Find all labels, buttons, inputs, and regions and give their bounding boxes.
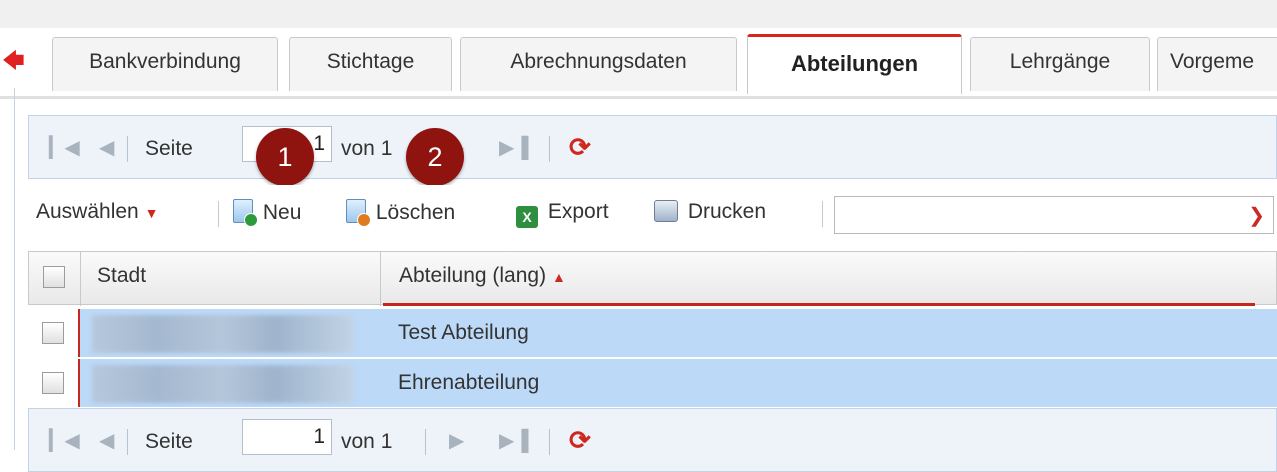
separator — [425, 429, 426, 455]
tab-lehrgaenge[interactable]: Lehrgänge — [970, 37, 1150, 91]
filter-combobox[interactable]: ❯ — [834, 196, 1274, 234]
paging-toolbar-bottom: ▎◀ ◀ Seite von 1 ▶ ▶▐ ⟳ — [28, 408, 1277, 472]
previous-page-icon[interactable]: ◀ — [99, 431, 114, 451]
callout-badge-2: 2 — [406, 128, 464, 186]
tab-abteilungen[interactable]: Abteilungen — [747, 34, 962, 94]
last-page-icon[interactable]: ▶▐ — [499, 431, 529, 451]
departments-grid: Stadt Abteilung (lang) ▲ Test Abteilung … — [28, 251, 1277, 411]
tab-scroll-left-arrow-icon[interactable]: 🡄 — [2, 50, 25, 72]
callout-badge-1: 1 — [256, 128, 314, 186]
column-header-abteilung-label: Abteilung (lang) — [399, 264, 547, 287]
paging-toolbar-top: ▎◀ ◀ Seite von 1 ▶ ▶▐ ⟳ — [28, 115, 1277, 179]
tab-bankverbindung[interactable]: Bankverbindung — [52, 37, 278, 91]
stadt-cell-redacted — [92, 315, 354, 353]
action-toolbar: Auswählen ▼ Neu Löschen X Export Drucken… — [28, 185, 1277, 241]
top-strip — [0, 0, 1277, 29]
select-all-checkbox[interactable] — [43, 266, 65, 288]
export-button-label: Export — [547, 200, 609, 223]
new-document-icon — [233, 199, 258, 227]
delete-document-icon — [346, 199, 371, 227]
separator — [549, 429, 550, 455]
table-row[interactable]: Test Abteilung — [28, 309, 1277, 357]
row-checkbox[interactable] — [42, 322, 64, 344]
separator — [218, 201, 219, 227]
select-menu-button[interactable]: Auswählen ▼ — [36, 199, 158, 226]
page-count-label: von 1 — [341, 137, 393, 160]
last-page-icon[interactable]: ▶▐ — [499, 138, 529, 158]
row-checkbox[interactable] — [42, 372, 64, 394]
row-data: Test Abteilung — [80, 309, 1277, 357]
refresh-icon[interactable]: ⟳ — [569, 427, 591, 453]
first-page-icon[interactable]: ▎◀ — [49, 431, 80, 451]
first-page-icon[interactable]: ▎◀ — [49, 138, 80, 158]
column-header-stadt[interactable]: Stadt — [81, 252, 381, 306]
row-select-cell — [28, 309, 80, 357]
new-button-label: Neu — [262, 201, 302, 224]
row-select-cell — [28, 359, 80, 407]
delete-button-label: Löschen — [375, 201, 456, 224]
print-button-label: Drucken — [687, 200, 767, 223]
previous-page-icon[interactable]: ◀ — [99, 138, 114, 158]
next-page-icon[interactable]: ▶ — [449, 431, 464, 451]
separator — [549, 136, 550, 162]
tab-abrechnungsdaten[interactable]: Abrechnungsdaten — [460, 37, 737, 91]
table-row[interactable]: Ehrenabteilung — [28, 359, 1277, 407]
stadt-cell-redacted — [92, 365, 354, 403]
chevron-down-icon[interactable]: ❯ — [1248, 203, 1265, 228]
grid-header: Stadt Abteilung (lang) ▲ — [28, 251, 1277, 306]
export-button[interactable]: X Export — [516, 199, 609, 228]
separator — [127, 136, 128, 162]
select-menu-label: Auswählen — [36, 200, 139, 223]
separator — [822, 201, 823, 227]
chevron-down-icon: ▼ — [144, 205, 159, 221]
abteilung-cell: Ehrenabteilung — [398, 371, 540, 394]
column-header-abteilung[interactable]: Abteilung (lang) ▲ — [383, 252, 1255, 306]
tab-stichtage[interactable]: Stichtage — [289, 37, 452, 91]
new-button[interactable]: Neu — [233, 199, 302, 227]
print-button[interactable]: Drucken — [654, 199, 766, 225]
separator — [127, 429, 128, 455]
delete-button[interactable]: Löschen — [346, 199, 456, 227]
page-label: Seite — [145, 137, 193, 160]
panel-left-border — [14, 88, 15, 450]
printer-icon — [654, 200, 678, 222]
refresh-icon[interactable]: ⟳ — [569, 134, 591, 160]
tab-vorgemerkte[interactable]: Vorgeme — [1157, 37, 1277, 91]
header-select-all-cell — [29, 252, 81, 306]
abteilung-cell: Test Abteilung — [398, 321, 529, 344]
sort-ascending-icon: ▲ — [551, 269, 566, 285]
row-data: Ehrenabteilung — [80, 359, 1277, 407]
excel-export-icon: X — [516, 206, 538, 228]
